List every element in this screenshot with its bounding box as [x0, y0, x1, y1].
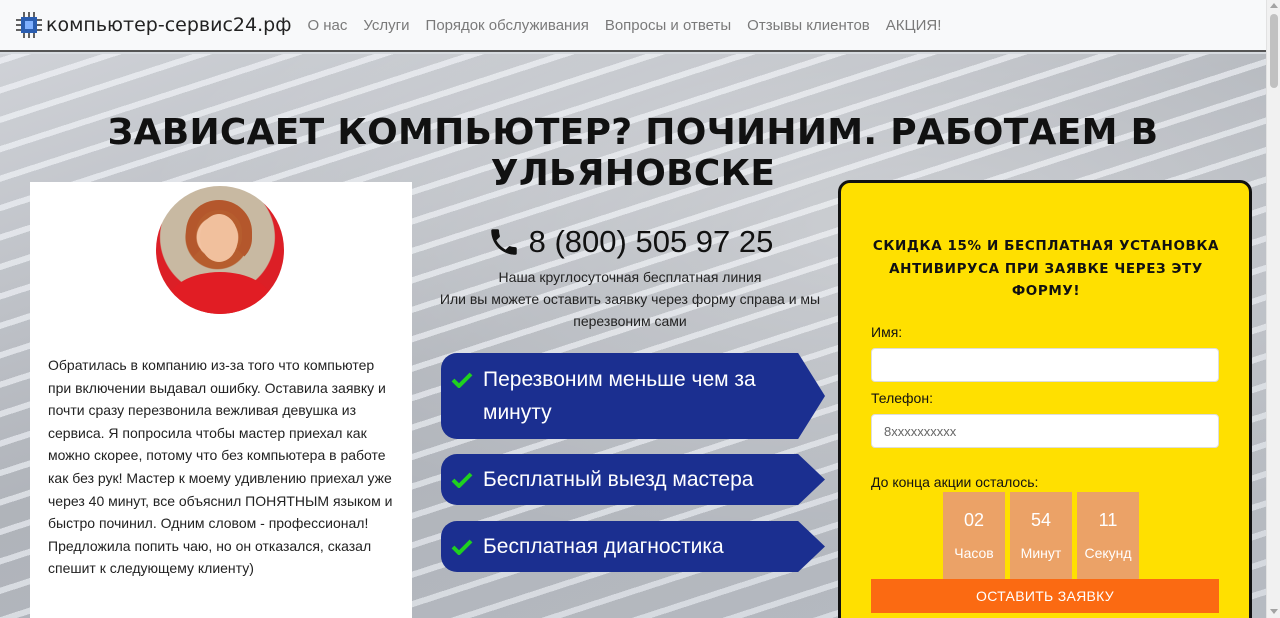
nav-link-services[interactable]: Услуги	[363, 17, 409, 34]
check-icon	[451, 372, 473, 388]
nav-link-about[interactable]: О нас	[307, 17, 347, 34]
nav-link-procedure[interactable]: Порядок обслуживания	[426, 17, 589, 34]
nav-link-promo[interactable]: АКЦИЯ!	[886, 17, 942, 34]
feature-callback: Перезвоним меньше чем за минуту	[441, 353, 825, 439]
promo-text: СКИДКА 15% И БЕСПЛАТНАЯ УСТАНОВКА АНТИВИ…	[872, 238, 1220, 299]
timer-unit: Часов	[954, 545, 994, 561]
check-icon	[451, 472, 473, 488]
feature-free-diagnostics: Бесплатная диагностика	[441, 521, 825, 572]
timer-seconds: 11 Секунд	[1077, 492, 1139, 580]
submit-request-button[interactable]: ОСТАВИТЬ ЗАЯВКУ	[871, 579, 1219, 613]
hero-section: ЗАВИСАЕТ КОМПЬЮТЕР? ПОЧИНИМ. РАБОТАЕМ В …	[0, 54, 1266, 618]
feature-label: Бесплатный выезд мастера	[483, 468, 754, 491]
timer-value: 54	[1030, 510, 1052, 530]
brand[interactable]: компьютер-сервис24.рф	[14, 10, 291, 40]
feature-label: Бесплатная диагностика	[483, 535, 724, 558]
timer-label: До конца акции осталось:	[871, 474, 1039, 490]
scroll-up-arrow-icon[interactable]	[1270, 3, 1278, 8]
page-scrollbar[interactable]	[1266, 0, 1280, 618]
nav-links: О нас Услуги Порядок обслуживания Вопрос…	[307, 17, 957, 34]
request-form: СКИДКА 15% И БЕСПЛАТНАЯ УСТАНОВКА АНТИВИ…	[838, 180, 1252, 618]
contact-block: 8 (800) 505 97 25 Наша круглосуточная бе…	[430, 224, 830, 332]
phone-icon	[487, 225, 521, 259]
avatar	[156, 186, 284, 314]
testimonial-text: Обратилась в компанию из-за того что ком…	[48, 357, 393, 577]
timer-hours: 02 Часов	[943, 492, 1005, 580]
timer-value: 02	[963, 510, 985, 530]
scroll-down-arrow-icon[interactable]	[1270, 609, 1278, 614]
nav-link-faq[interactable]: Вопросы и ответы	[605, 17, 731, 34]
circuit-logo-icon	[14, 10, 44, 40]
scroll-thumb[interactable]	[1270, 14, 1278, 88]
check-icon	[451, 539, 473, 555]
timer-minutes: 54 Минут	[1010, 492, 1072, 580]
testimonial-card: Обратилась в компанию из-за того что ком…	[30, 182, 412, 618]
hotline-text: Наша круглосуточная бесплатная линия Или…	[430, 266, 830, 332]
timer-value: 11	[1098, 510, 1118, 530]
nav-link-reviews[interactable]: Отзывы клиентов	[747, 17, 870, 34]
timer-unit: Секунд	[1084, 545, 1132, 561]
hotline-label: Наша круглосуточная бесплатная линия	[498, 269, 762, 285]
callback-note: Или вы можете оставить заявку через форм…	[439, 291, 821, 329]
navbar: компьютер-сервис24.рф О нас Услуги Поряд…	[0, 0, 1266, 52]
phone-number[interactable]: 8 (800) 505 97 25	[529, 224, 774, 260]
phone-label: Телефон:	[871, 390, 933, 406]
countdown-timer: 02 Часов 54 Минут 11 Секунд	[943, 492, 1144, 580]
brand-name: компьютер-сервис24.рф	[46, 14, 292, 36]
feature-label: Перезвоним меньше чем за минуту	[483, 368, 756, 424]
name-label: Имя:	[871, 324, 903, 340]
timer-unit: Минут	[1020, 545, 1062, 561]
name-field[interactable]	[871, 348, 1219, 382]
feature-free-visit: Бесплатный выезд мастера	[441, 454, 825, 505]
phone-field[interactable]	[871, 414, 1219, 448]
